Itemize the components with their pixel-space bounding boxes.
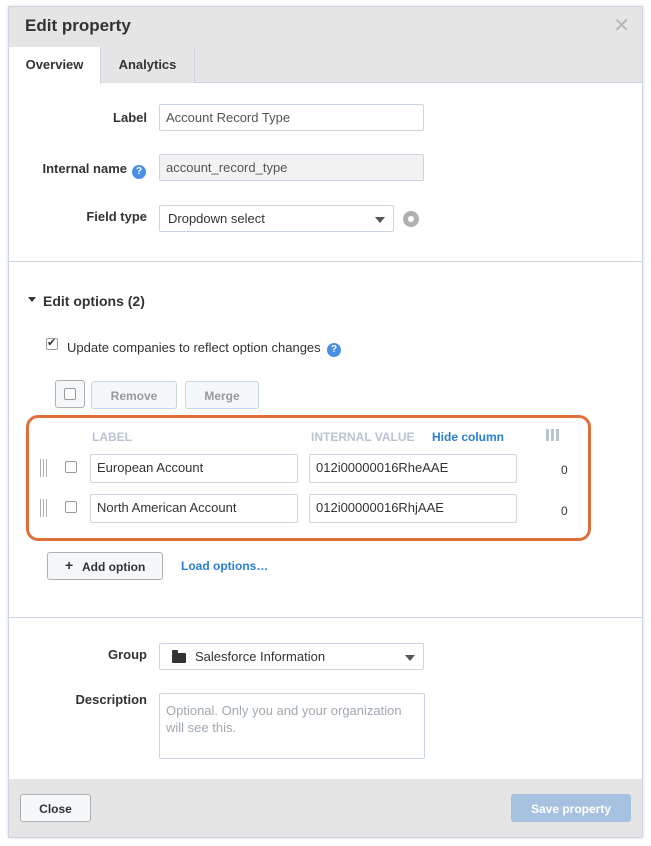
group-select[interactable]: Salesforce Information — [159, 643, 424, 670]
edit-options-title[interactable]: Edit options (2) — [43, 293, 145, 309]
update-companies-checkbox[interactable] — [46, 336, 58, 350]
add-option-button[interactable]: + Add option — [47, 552, 163, 580]
folder-icon — [172, 650, 186, 663]
field-type-value: Dropdown select — [168, 211, 265, 226]
group-value: Salesforce Information — [195, 649, 326, 664]
columns-icon[interactable] — [546, 429, 560, 441]
option-internal-value-input[interactable]: 012i00000016RheAAE — [309, 454, 517, 483]
drag-handle-icon[interactable] — [40, 459, 48, 477]
help-icon[interactable]: ? — [327, 343, 341, 357]
load-options-link[interactable]: Load options… — [181, 559, 268, 573]
plus-icon: + — [65, 557, 74, 573]
save-property-button[interactable]: Save property — [511, 794, 631, 822]
column-header-internal-value: INTERNAL VALUE — [311, 430, 415, 444]
option-label-input[interactable]: North American Account — [90, 494, 298, 523]
internal-name-input: account_record_type — [159, 154, 424, 181]
collapse-triangle-icon[interactable] — [28, 297, 36, 302]
internal-name-label: Internal name — [42, 161, 127, 176]
chevron-down-icon — [375, 217, 385, 223]
add-option-label: Add option — [82, 560, 146, 574]
group-label: Group — [108, 647, 147, 662]
dialog-footer: Close Save property — [9, 779, 642, 837]
section-divider — [9, 261, 642, 262]
tab-analytics[interactable]: Analytics — [101, 47, 195, 83]
label-input[interactable]: Account Record Type — [159, 104, 424, 131]
row-checkbox[interactable] — [65, 461, 77, 473]
row-checkbox[interactable] — [65, 501, 77, 513]
option-internal-value-input[interactable]: 012i00000016RhjAAE — [309, 494, 517, 523]
help-icon[interactable]: ? — [132, 165, 146, 179]
close-icon[interactable]: ✕ — [613, 13, 630, 38]
dialog-header: Edit property ✕ — [9, 7, 642, 47]
remove-button[interactable]: Remove — [91, 381, 177, 409]
field-type-select[interactable]: Dropdown select — [159, 205, 394, 232]
update-companies-label: Update companies to reflect option chang… — [67, 340, 321, 355]
option-label-input[interactable]: European Account — [90, 454, 298, 483]
edit-property-dialog: Edit property ✕ Overview Analytics Label… — [8, 6, 643, 838]
select-all-checkbox-button[interactable] — [55, 380, 85, 408]
hide-column-link[interactable]: Hide column — [432, 430, 504, 444]
eye-icon[interactable] — [403, 211, 419, 227]
column-header-label: LABEL — [92, 430, 132, 444]
select-all-checkbox[interactable] — [64, 388, 76, 400]
drag-handle-icon[interactable] — [40, 499, 48, 517]
label-field-label: Label — [113, 110, 147, 125]
merge-button[interactable]: Merge — [185, 381, 259, 409]
option-usage-count: 0 — [561, 463, 568, 477]
field-type-label: Field type — [86, 209, 147, 224]
option-usage-count: 0 — [561, 504, 568, 518]
chevron-down-icon — [405, 655, 415, 661]
tab-overview[interactable]: Overview — [9, 47, 101, 84]
section-divider — [9, 617, 642, 618]
close-button[interactable]: Close — [20, 794, 91, 822]
dialog-title: Edit property — [25, 16, 131, 35]
description-textarea[interactable]: Optional. Only you and your organization… — [159, 693, 425, 759]
description-label: Description — [75, 692, 147, 707]
tab-bar: Overview Analytics — [9, 47, 642, 84]
